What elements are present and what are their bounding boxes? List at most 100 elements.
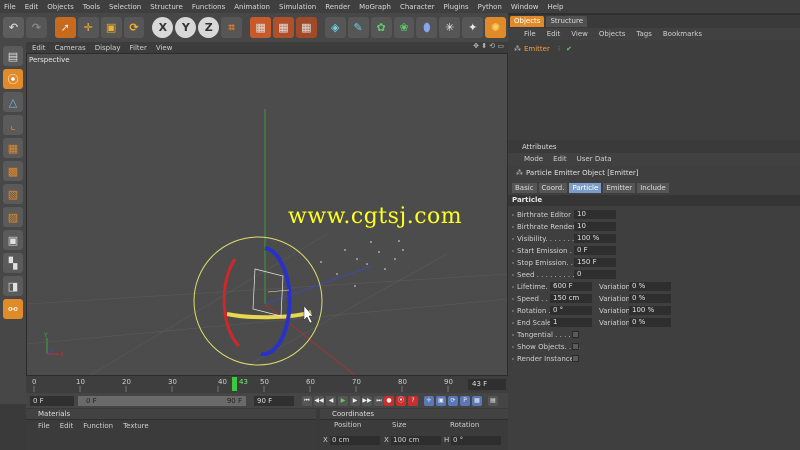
coordinate-system-icon[interactable]: ⌗ xyxy=(221,17,243,38)
viewport-menu-display[interactable]: Display xyxy=(95,44,121,52)
rotation-variation-field[interactable]: 100 % xyxy=(629,306,671,315)
viewport-perspective[interactable]: Y X Perspective www.cgtsj.com xyxy=(26,53,508,376)
materials-menu-edit[interactable]: Edit xyxy=(60,422,74,430)
animate-dot-icon[interactable] xyxy=(512,310,514,312)
timeline-options-icon[interactable]: ▤ xyxy=(488,396,498,406)
visibility-field[interactable]: 100 % xyxy=(574,234,616,243)
workplane-icon[interactable]: ◨ xyxy=(3,276,23,296)
birthrate-renderer-field[interactable]: 10 xyxy=(574,222,616,231)
speed-variation-field[interactable]: 0 % xyxy=(629,294,671,303)
enabled-check-icon[interactable]: ✔ xyxy=(566,45,572,53)
animate-dot-icon[interactable] xyxy=(512,214,514,216)
preview-range-slider[interactable]: 0 F 90 F xyxy=(78,396,246,406)
object-name[interactable]: Emitter xyxy=(524,45,550,53)
visibility-dots-icon[interactable]: ⁝ xyxy=(558,45,560,53)
scale-key-icon[interactable]: ▣ xyxy=(436,396,446,406)
start-frame-field[interactable]: 0 F xyxy=(30,396,74,406)
make-editable-icon[interactable]: ▤ xyxy=(3,46,23,66)
birthrate-editor-field[interactable]: 10 xyxy=(574,210,616,219)
speed-field[interactable]: 150 cm xyxy=(550,294,592,303)
animate-dot-icon[interactable] xyxy=(512,238,514,240)
checker-icon[interactable]: ▚ xyxy=(3,253,23,273)
points-mode-icon[interactable]: ⌞ xyxy=(3,115,23,135)
y-axis-lock-button[interactable]: Y xyxy=(175,17,197,38)
record-icon[interactable]: ● xyxy=(384,396,394,406)
viewport-navigation-icon[interactable]: ✥ ⬍ ⟲ ▭ xyxy=(473,42,504,50)
render-picture-viewer-icon[interactable]: ▦ xyxy=(272,17,294,38)
viewport-menu-edit[interactable]: Edit xyxy=(32,44,46,52)
menu-objects[interactable]: Objects xyxy=(47,3,73,11)
play-icon[interactable]: ▶ xyxy=(338,396,348,406)
tangential-checkbox[interactable] xyxy=(572,331,579,338)
tab-coord[interactable]: Coord. xyxy=(538,183,568,193)
objects-menu-edit[interactable]: Edit xyxy=(547,30,561,38)
menu-animation[interactable]: Animation xyxy=(234,3,270,11)
keyframe-selection-icon[interactable]: ? xyxy=(408,396,418,406)
uv-polygons-icon[interactable]: ▨ xyxy=(3,207,23,227)
live-select-icon[interactable]: ➚ xyxy=(54,17,76,38)
viewport-menu-filter[interactable]: Filter xyxy=(130,44,147,52)
objects-menu-tags[interactable]: Tags xyxy=(636,30,652,38)
scale-icon[interactable]: ▣ xyxy=(100,17,122,38)
undo-icon[interactable]: ↶ xyxy=(3,17,24,38)
menu-edit[interactable]: Edit xyxy=(25,3,39,11)
menu-file[interactable]: File xyxy=(4,3,16,11)
point-level-key-icon[interactable]: ▦ xyxy=(472,396,482,406)
objects-menu-view[interactable]: View xyxy=(571,30,588,38)
attributes-menu-user-data[interactable]: User Data xyxy=(577,155,612,163)
materials-menu-function[interactable]: Function xyxy=(83,422,113,430)
start-emission-field[interactable]: 0 F xyxy=(574,246,616,255)
tab-emitter[interactable]: Emitter xyxy=(603,183,636,193)
go-to-start-icon[interactable]: ⏮ xyxy=(302,396,312,406)
texture-mode-icon[interactable]: ▣ xyxy=(3,230,23,250)
end-frame-field[interactable]: 90 F xyxy=(254,396,294,406)
animate-dot-icon[interactable] xyxy=(512,346,514,348)
lifetime-variation-field[interactable]: 0 % xyxy=(629,282,671,291)
objects-menu-objects[interactable]: Objects xyxy=(599,30,625,38)
render-view-icon[interactable]: ▦ xyxy=(250,17,271,38)
menu-simulation[interactable]: Simulation xyxy=(279,3,316,11)
x-axis-lock-button[interactable]: X xyxy=(152,17,174,38)
render-instances-checkbox[interactable] xyxy=(572,355,579,362)
list-item[interactable]: ⁂ Emitter ⁝ ✔ xyxy=(514,44,572,54)
seed-field[interactable]: 0 xyxy=(574,270,616,279)
animate-dot-icon[interactable] xyxy=(512,322,514,324)
animate-dot-icon[interactable] xyxy=(512,262,514,264)
objects-menu-file[interactable]: File xyxy=(524,30,536,38)
previous-key-icon[interactable]: ◀◀ xyxy=(314,396,324,406)
edges-mode-icon[interactable]: ▦ xyxy=(3,138,23,158)
menu-structure[interactable]: Structure xyxy=(150,3,183,11)
array-icon[interactable]: ❀ xyxy=(393,17,415,38)
menu-mograph[interactable]: MoGraph xyxy=(359,3,391,11)
stop-emission-field[interactable]: 150 F xyxy=(574,258,616,267)
polygons-mode-icon[interactable]: ▩ xyxy=(3,161,23,181)
previous-frame-icon[interactable]: ◀ xyxy=(326,396,336,406)
end-scale-variation-field[interactable]: 0 % xyxy=(629,318,671,327)
materials-menu-file[interactable]: File xyxy=(38,422,50,430)
coord-pos-x-field[interactable]: 0 cm xyxy=(330,436,380,445)
show-objects-checkbox[interactable] xyxy=(572,343,579,350)
move-icon[interactable]: ✛ xyxy=(77,17,99,38)
model-mode-icon[interactable]: ⦿ xyxy=(3,69,23,89)
menu-render[interactable]: Render xyxy=(325,3,350,11)
menu-selection[interactable]: Selection xyxy=(109,3,141,11)
objects-menu-bookmarks[interactable]: Bookmarks xyxy=(663,30,702,38)
menu-functions[interactable]: Functions xyxy=(192,3,225,11)
viewport-menu-view[interactable]: View xyxy=(156,44,173,52)
cube-icon[interactable]: ◈ xyxy=(324,17,346,38)
attributes-menu-mode[interactable]: Mode xyxy=(524,155,543,163)
tab-structure[interactable]: Structure xyxy=(546,16,588,27)
coord-size-x-field[interactable]: 100 cm xyxy=(391,436,441,445)
menu-tools[interactable]: Tools xyxy=(83,3,100,11)
menu-window[interactable]: Window xyxy=(511,3,539,11)
timeline-playhead[interactable] xyxy=(232,377,237,391)
uv-points-icon[interactable]: ▧ xyxy=(3,184,23,204)
attributes-menu-edit[interactable]: Edit xyxy=(553,155,567,163)
camera-icon[interactable]: ✦ xyxy=(462,17,484,38)
materials-menu-texture[interactable]: Texture xyxy=(123,422,149,430)
animate-dot-icon[interactable] xyxy=(512,286,514,288)
next-key-icon[interactable]: ▶▶ xyxy=(362,396,372,406)
scene-environment-icon[interactable]: ✳ xyxy=(439,17,461,38)
tab-particle[interactable]: Particle xyxy=(569,183,602,193)
snap-icon[interactable]: ⚯ xyxy=(3,299,23,319)
